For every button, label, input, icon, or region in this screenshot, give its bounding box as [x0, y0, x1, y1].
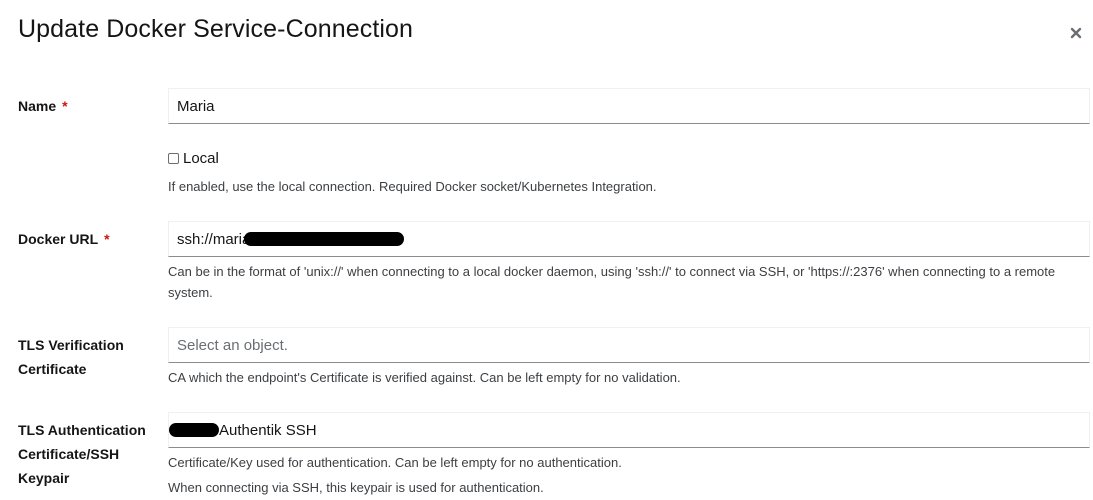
name-label: Name *	[18, 94, 68, 118]
tls-verification-label: TLS Verification Certificate	[18, 333, 124, 381]
tls-authentication-label-line1: TLS Authentication	[18, 422, 146, 438]
docker-url-label-text: Docker URL	[18, 231, 99, 247]
tls-verification-placeholder: Select an object.	[177, 336, 288, 354]
required-marker: *	[62, 98, 68, 114]
modal-title: Update Docker Service-Connection	[18, 15, 414, 43]
docker-url-input[interactable]: ssh://maria	[168, 221, 1090, 257]
tls-verification-label-line2: Certificate	[18, 361, 87, 377]
docker-url-label: Docker URL *	[18, 227, 110, 251]
name-input[interactable]: Maria	[168, 88, 1090, 124]
tls-authentication-label-line3: Keypair	[18, 470, 70, 486]
tls-authentication-label: TLS Authentication Certificate/SSH Keypa…	[18, 418, 146, 490]
local-checkbox-row[interactable]: Local	[168, 150, 219, 167]
tls-verification-label-line1: TLS Verification	[18, 337, 124, 353]
close-button[interactable]	[1064, 20, 1088, 46]
tls-verification-help-text: CA which the endpoint's Certificate is v…	[168, 370, 681, 385]
tls-verification-select[interactable]: Select an object.	[168, 327, 1090, 363]
local-checkbox-label: Local	[183, 150, 219, 167]
tls-authentication-value: Authentik SSH	[219, 421, 317, 439]
redaction-mark	[244, 232, 405, 246]
tls-authentication-select[interactable]: Authentik SSH	[168, 412, 1090, 448]
tls-authentication-label-line2: Certificate/SSH	[18, 446, 120, 462]
local-help-text: If enabled, use the local connection. Re…	[168, 179, 657, 194]
required-marker: *	[104, 231, 110, 247]
docker-url-help-text: Can be in the format of 'unix://' when c…	[168, 264, 1056, 300]
tls-authentication-help-text-2: When connecting via SSH, this keypair is…	[168, 480, 544, 495]
tls-authentication-help-text-1: Certificate/Key used for authentication.…	[168, 455, 622, 470]
name-label-text: Name	[18, 98, 57, 114]
name-input-value: Maria	[177, 97, 215, 115]
docker-url-input-value: ssh://maria	[177, 230, 251, 248]
local-checkbox[interactable]	[168, 153, 179, 164]
close-icon	[1070, 27, 1082, 39]
redaction-mark	[169, 423, 219, 437]
